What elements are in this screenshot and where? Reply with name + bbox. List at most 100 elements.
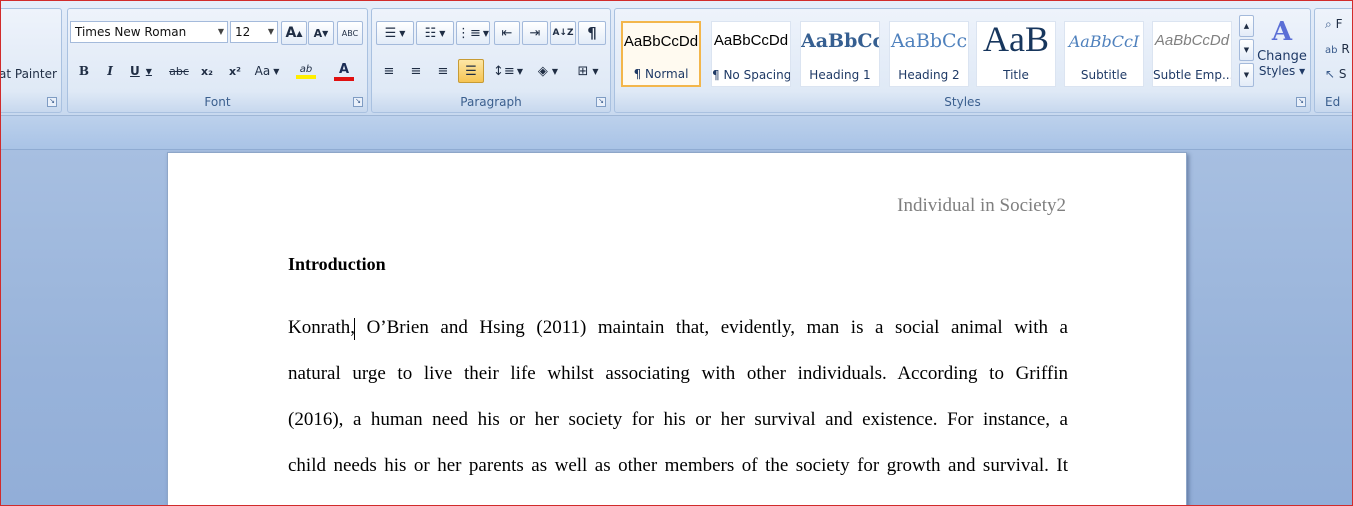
style-no-spacing[interactable]: AaBbCcDd ¶ No Spacing — [711, 21, 791, 87]
superscript-icon: x² — [229, 64, 241, 78]
increase-indent-button[interactable]: ⇥ — [522, 21, 548, 45]
style-subtitle[interactable]: AaBbCcI Subtitle — [1064, 21, 1144, 87]
find-label: F — [1335, 17, 1343, 31]
sort-icon: A↓Z — [552, 28, 574, 38]
change-styles-button[interactable]: A Change Styles ▾ — [1257, 15, 1307, 95]
clipboard-group: at Painter ↘ — [0, 8, 62, 113]
font-group-label: Font — [204, 95, 231, 109]
gallery-scroll-down-button[interactable]: ▼ — [1239, 39, 1254, 61]
font-dialog-launcher-icon[interactable]: ↘ — [353, 97, 363, 107]
select-label: S — [1338, 67, 1347, 81]
document-page[interactable]: Individual in Society2 Introduction Konr… — [167, 152, 1187, 506]
align-center-button[interactable]: ≡ — [403, 59, 429, 83]
cursor-arrow-icon: ↖ — [1325, 67, 1336, 81]
chevron-down-icon: ▼ — [217, 27, 224, 36]
change-case-button[interactable]: Aa ▼ — [250, 59, 284, 83]
select-button[interactable]: ↖ S — [1325, 67, 1347, 81]
body-line: natural urge to live their life whilst a… — [288, 363, 1068, 384]
decrease-indent-button[interactable]: ⇤ — [494, 21, 520, 45]
replace-button[interactable]: ab R — [1325, 42, 1350, 56]
find-button[interactable]: ⌕ F — [1325, 17, 1342, 32]
change-styles-label-1: Change — [1257, 49, 1307, 64]
align-left-button[interactable]: ≡ — [376, 59, 402, 83]
styles-dialog-launcher-icon[interactable]: ↘ — [1296, 97, 1306, 107]
style-heading-2[interactable]: AaBbCc Heading 2 — [889, 21, 969, 87]
shrink-font-button[interactable]: A ▼ — [308, 21, 334, 45]
style-heading-1[interactable]: AaBbCc Heading 1 — [800, 21, 880, 87]
superscript-button[interactable]: x² — [222, 59, 248, 83]
italic-button[interactable]: I — [98, 59, 122, 83]
font-size-combo[interactable]: 12 ▼ — [230, 21, 278, 43]
numbering-button[interactable]: ☷ ▼ — [416, 21, 454, 45]
text-highlight-button[interactable]: ab — [288, 59, 324, 83]
chevron-down-icon: ▼ — [1243, 46, 1250, 54]
font-size-value: 12 — [235, 25, 251, 39]
clear-formatting-button[interactable]: ABC — [337, 21, 363, 45]
body-line: (2016), a human need his or her society … — [288, 409, 1068, 430]
bullets-button[interactable]: ☰ ▼ — [376, 21, 414, 45]
style-name: Subtitle — [1080, 68, 1128, 82]
clipboard-dialog-launcher-icon[interactable]: ↘ — [47, 97, 57, 107]
align-right-button[interactable]: ≡ — [430, 59, 456, 83]
style-name: Title — [1003, 68, 1029, 82]
expand-gallery-icon: ▼ — [1243, 71, 1250, 79]
ruler-area — [0, 116, 1353, 150]
body-line: child needs his or her parents as well a… — [288, 455, 1068, 476]
justify-button[interactable]: ☰ — [458, 59, 484, 83]
style-sample: AaBbCc — [890, 30, 968, 52]
style-subtle-emphasis[interactable]: AaBbCcDd Subtle Emp... — [1152, 21, 1232, 87]
subscript-button[interactable]: x₂ — [194, 59, 220, 83]
paragraph-dialog-launcher-icon[interactable]: ↘ — [596, 97, 606, 107]
clear-format-icon: ABC — [341, 28, 359, 38]
paragraph-group: ☰ ▼ ☷ ▼ ⋮≡ ▼ ⇤ ⇥ A↓Z ¶ ≡ ≡ ≡ ☰ ↕≡ ▼ ◈ ▼ … — [371, 8, 611, 113]
multilevel-list-icon: ⋮≡ — [456, 25, 481, 41]
replace-icon: ab — [1325, 45, 1338, 56]
numbering-icon: ☷ — [424, 25, 437, 41]
chevron-down-icon: ▼ — [267, 27, 274, 36]
multilevel-list-button[interactable]: ⋮≡ ▼ — [456, 21, 490, 45]
gallery-scroll-up-button[interactable]: ▲ — [1239, 15, 1254, 37]
highlighter-icon: ab — [299, 63, 313, 75]
style-normal[interactable]: AaBbCcDd ¶ Normal — [621, 21, 701, 87]
grow-font-button[interactable]: A ▲ — [281, 21, 307, 45]
style-sample: AaBbCcDd — [1154, 32, 1230, 49]
shading-button[interactable]: ◈ ▼ — [530, 59, 566, 83]
line-spacing-icon: ↕≡ — [493, 63, 515, 79]
strikethrough-icon: abc — [169, 64, 189, 78]
subscript-icon: x₂ — [201, 64, 213, 78]
align-center-icon: ≡ — [410, 63, 422, 79]
font-group: Times New Roman ▼ 12 ▼ A ▲ A ▼ ABC B I U ▼ … — [67, 8, 368, 113]
paragraph-group-label: Paragraph — [460, 95, 522, 109]
chevron-up-icon: ▲ — [1243, 22, 1250, 30]
justify-icon: ☰ — [465, 63, 477, 79]
font-name-combo[interactable]: Times New Roman ▼ — [70, 21, 228, 43]
underline-button[interactable]: U ▼ — [124, 59, 158, 83]
font-color-icon: A — [338, 61, 350, 77]
italic-icon: I — [107, 64, 113, 78]
text-caret — [354, 318, 355, 340]
format-painter-button[interactable]: at Painter — [0, 67, 57, 81]
change-styles-icon: A — [1271, 17, 1293, 47]
document-workspace: Individual in Society2 Introduction Konr… — [0, 150, 1353, 506]
change-styles-label-2: Styles ▾ — [1258, 64, 1306, 78]
bold-button[interactable]: B — [72, 59, 96, 83]
font-color-button[interactable]: A — [326, 59, 362, 83]
style-title[interactable]: AaB Title — [976, 19, 1056, 87]
replace-label: R — [1341, 42, 1350, 56]
sort-button[interactable]: A↓Z — [550, 21, 576, 45]
editing-group: ⌕ F ab R ↖ S Ed — [1314, 8, 1353, 113]
font-name-value: Times New Roman — [75, 25, 187, 39]
styles-group: AaBbCcDd ¶ Normal AaBbCcDd ¶ No Spacing … — [614, 8, 1311, 113]
strikethrough-button[interactable]: abc — [166, 59, 192, 83]
page-header: Individual in Society2 — [897, 195, 1066, 216]
decrease-indent-icon: ⇤ — [501, 25, 513, 41]
show-formatting-marks-button[interactable]: ¶ — [578, 21, 606, 45]
style-sample: AaBbCcDd — [713, 32, 789, 49]
gallery-more-button[interactable]: ▼ — [1239, 63, 1254, 87]
style-name: Subtle Emp... — [1153, 68, 1231, 82]
borders-button[interactable]: ⊞ ▼ — [570, 59, 606, 83]
align-right-icon: ≡ — [437, 63, 449, 79]
bullets-icon: ☰ — [384, 25, 397, 41]
styles-group-label: Styles — [944, 95, 981, 109]
line-spacing-button[interactable]: ↕≡ ▼ — [490, 59, 526, 83]
